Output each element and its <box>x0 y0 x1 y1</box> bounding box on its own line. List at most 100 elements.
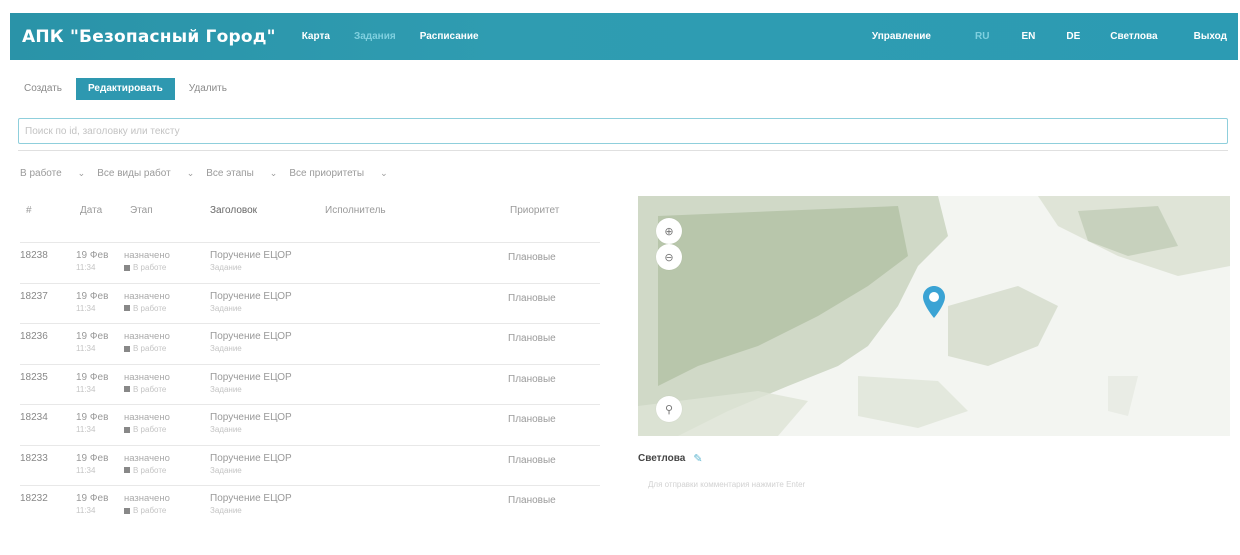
status-square-icon <box>124 345 130 352</box>
col-priority[interactable]: Приоритет <box>510 205 559 216</box>
table-row[interactable]: 18235 19 Фев 11:34 назначено В работе Поручен… <box>20 372 590 412</box>
table-row[interactable]: 18234 19 Фев 11:34 назначено В работе Поручен… <box>20 412 590 452</box>
row-divider <box>20 485 600 486</box>
row-time: 11:34 <box>76 263 96 272</box>
lang-en[interactable]: EN <box>1021 31 1035 42</box>
row-priority: Плановые <box>508 252 556 263</box>
delete-button[interactable]: Удалить <box>181 78 235 100</box>
row-stage: назначено <box>124 290 170 302</box>
table-row[interactable]: 18238 19 Фев 11:34 назначено В работе Поручен… <box>20 250 590 290</box>
row-id: 18236 <box>20 331 48 342</box>
lang-ru[interactable]: RU <box>975 31 989 42</box>
row-date: 19 Фев <box>76 250 109 261</box>
row-title: Поручение ЕЦОР <box>210 493 292 504</box>
row-status: В работе <box>124 425 166 434</box>
row-status: В работе <box>124 263 166 272</box>
zoom-in-icon[interactable]: ⊕ <box>656 218 682 244</box>
map-comment-user: Светлова ✎ <box>638 452 703 465</box>
row-date: 19 Фев <box>76 371 109 383</box>
create-button[interactable]: Создать <box>20 78 70 100</box>
col-assignee[interactable]: Исполнитель <box>325 205 386 216</box>
table-row[interactable]: 18233 19 Фев 11:34 назначено В работе Поручен… <box>20 453 590 493</box>
row-time: 11:34 <box>76 344 96 353</box>
row-desc: Задание <box>210 465 242 475</box>
col-stage[interactable]: Этап <box>130 205 153 216</box>
filter-work-type-label: Все виды работ <box>97 167 171 179</box>
table-row[interactable]: 18232 19 Фев 11:34 назначено В работе Поручен… <box>20 493 590 533</box>
row-status: В работе <box>124 506 166 515</box>
col-date[interactable]: Дата <box>80 205 102 216</box>
row-status: В работе <box>124 385 166 394</box>
search-input[interactable] <box>19 119 1227 143</box>
col-title[interactable]: Заголовок <box>210 205 257 216</box>
status-square-icon <box>124 264 130 271</box>
filter-stage-label: Все этапы <box>206 167 254 179</box>
row-title: Поручение ЕЦОР <box>210 290 292 302</box>
chevron-down-icon: ⌄ <box>269 167 278 178</box>
filters-bar: В работе ⌄ Все виды работ ⌄ Все этапы ⌄ … <box>20 163 400 183</box>
row-stage: назначено <box>124 331 170 342</box>
search-box <box>18 118 1228 144</box>
row-status: В работе <box>124 304 166 313</box>
row-status-label: В работе <box>133 303 167 313</box>
task-toolbar: Создать Редактировать Удалить <box>20 78 235 100</box>
row-divider <box>20 404 600 405</box>
app-brand[interactable]: АПК "Безопасный Город" <box>22 27 276 47</box>
col-id[interactable]: # <box>26 205 32 216</box>
nav-manage[interactable]: Управление <box>872 31 931 42</box>
row-time: 11:34 <box>76 303 96 313</box>
row-priority: Плановые <box>508 495 556 506</box>
row-stage: назначено <box>124 452 170 464</box>
row-divider <box>20 444 600 446</box>
row-status: В работе <box>124 344 166 353</box>
nav-map[interactable]: Карта <box>302 31 330 42</box>
row-status-label: В работе <box>133 425 167 434</box>
row-desc: Задание <box>210 425 242 434</box>
filter-priority[interactable]: Все приоритеты ⌄ <box>289 168 387 179</box>
logout-link[interactable]: Выход <box>1194 31 1227 42</box>
filter-stage[interactable]: Все этапы ⌄ <box>206 168 277 179</box>
table-row[interactable]: 18237 19 Фев 11:34 назначено В работе Поручен… <box>20 291 590 331</box>
row-divider <box>20 242 600 243</box>
chevron-down-icon: ⌄ <box>380 167 388 178</box>
row-desc: Задание <box>210 344 242 353</box>
row-id: 18237 <box>20 290 48 302</box>
user-name[interactable]: Светлова <box>1110 31 1157 42</box>
nav-right-group: Управление RU EN DE Светлова Выход <box>872 13 1238 60</box>
map-view[interactable]: ⊕ ⊖ ⚲ <box>638 196 1230 436</box>
pencil-icon[interactable]: ✎ <box>693 452 702 465</box>
row-desc: Задание <box>210 384 242 394</box>
row-time: 11:34 <box>76 465 96 475</box>
edit-button[interactable]: Редактировать <box>76 78 175 100</box>
row-title: Поручение ЕЦОР <box>210 371 292 383</box>
row-status-label: В работе <box>133 384 167 394</box>
row-status-label: В работе <box>133 344 167 353</box>
chevron-down-icon: ⌄ <box>77 167 86 178</box>
nav-schedule[interactable]: Расписание <box>420 31 479 42</box>
row-date: 19 Фев <box>76 412 109 423</box>
table-row[interactable]: 18236 19 Фев 11:34 назначено В работе Поручен… <box>20 331 590 371</box>
filter-status-label: В работе <box>20 167 62 179</box>
row-time: 11:34 <box>76 384 96 394</box>
row-desc: Задание <box>210 303 242 313</box>
comment-hint: Для отправки комментария нажмите Enter <box>648 480 806 489</box>
lang-de[interactable]: DE <box>1066 31 1080 42</box>
row-priority: Плановые <box>508 454 556 466</box>
row-title: Поручение ЕЦОР <box>210 452 292 464</box>
row-desc: Задание <box>210 263 242 272</box>
filter-work-type[interactable]: Все виды работ ⌄ <box>97 168 194 179</box>
comment-user-name: Светлова <box>638 453 686 464</box>
row-priority: Плановые <box>508 414 556 425</box>
row-stage: назначено <box>124 250 170 261</box>
zoom-out-icon[interactable]: ⊖ <box>656 244 682 270</box>
filter-status[interactable]: В работе ⌄ <box>20 168 85 179</box>
row-divider <box>20 363 600 365</box>
status-square-icon <box>124 507 130 514</box>
location-pin-icon[interactable] <box>923 286 945 318</box>
nav-tasks[interactable]: Задания <box>354 31 396 42</box>
row-id: 18238 <box>20 250 48 261</box>
search-map-icon[interactable]: ⚲ <box>656 396 682 422</box>
divider <box>18 150 1228 151</box>
row-priority: Плановые <box>508 373 556 385</box>
row-date: 19 Фев <box>76 452 109 464</box>
